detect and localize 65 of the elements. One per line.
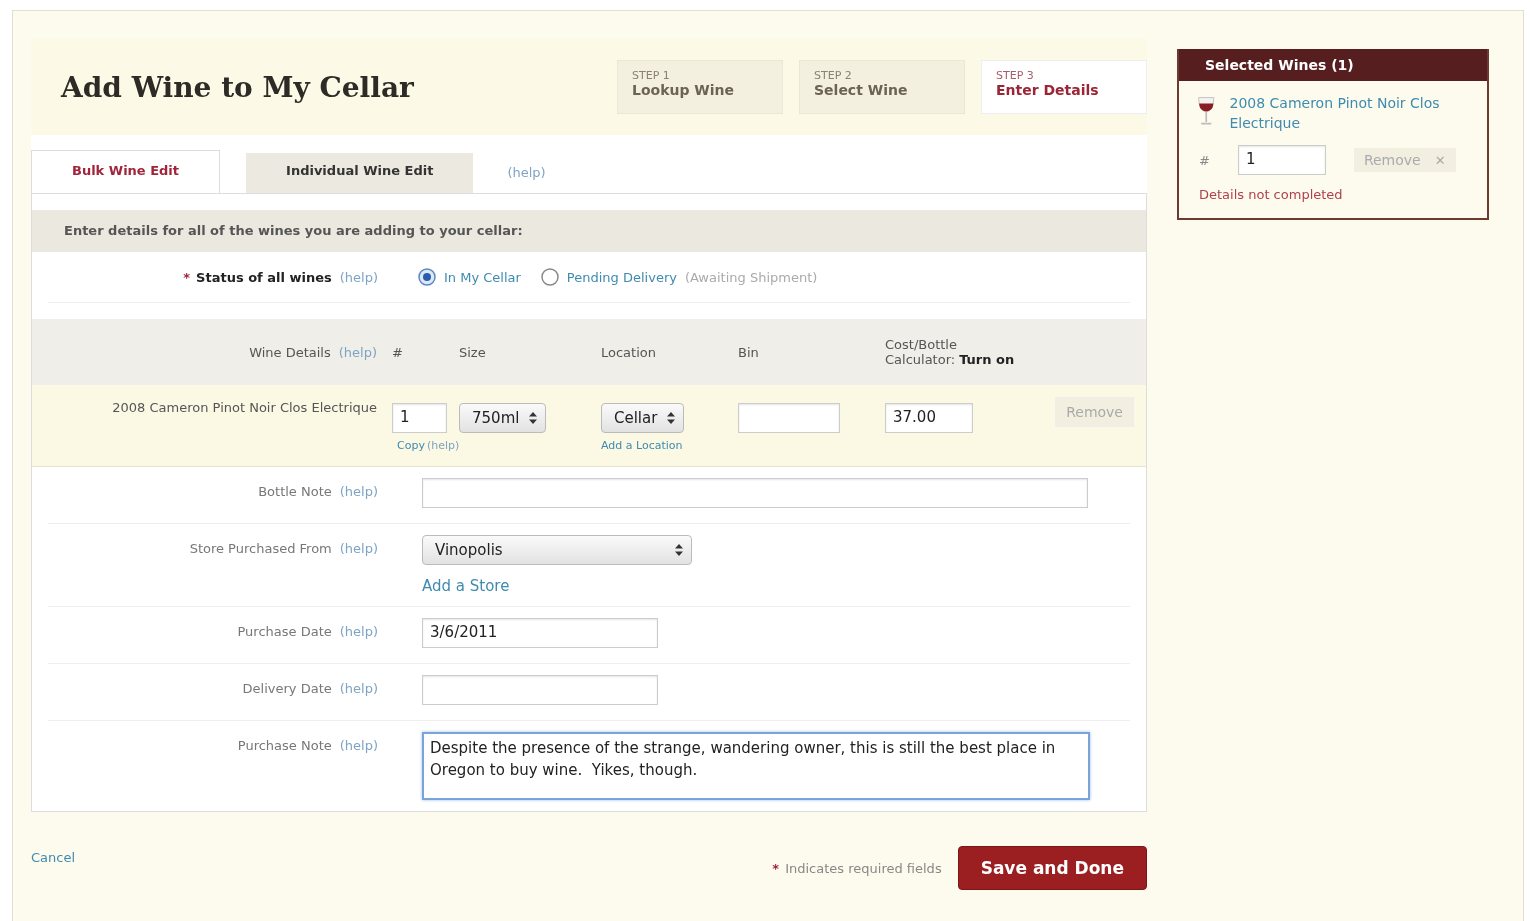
quantity-field[interactable]: 1 xyxy=(1237,145,1326,175)
close-icon[interactable]: ✕ xyxy=(1434,152,1446,168)
date-field[interactable]: 3/6/2011 xyxy=(422,618,658,648)
copy-link[interactable]: Copy xyxy=(397,439,425,452)
field-label: Delivery Date xyxy=(242,681,332,696)
column-header: Wine Details xyxy=(249,344,331,360)
page-title: Add Wine to My Cellar xyxy=(61,70,414,104)
panel-title: Selected Wines (1) xyxy=(1179,49,1487,81)
wine-name: 2008 Cameron Pinot Noir Clos Electrique xyxy=(111,399,378,417)
step-indicator: STEP 2 Select Wine xyxy=(799,60,965,114)
wine-link[interactable]: 2008 Cameron Pinot Noir Clos Electrique xyxy=(1229,93,1469,133)
step-indicator: STEP 1 Lookup Wine xyxy=(617,60,783,114)
cost-field[interactable]: 37.00 xyxy=(885,403,973,433)
required-mark: * xyxy=(772,860,780,876)
help-link[interactable]: (help) xyxy=(338,344,377,360)
help-link[interactable]: (help) xyxy=(339,484,378,499)
radio-note: (Awaiting Shipment) xyxy=(684,269,818,285)
remove-button[interactable]: Remove xyxy=(1363,152,1421,168)
help-link[interactable]: (help) xyxy=(426,439,460,452)
section-heading: Enter details for all of the wines you are adding to your cellar: xyxy=(32,210,1146,252)
help-link[interactable]: (help) xyxy=(507,164,546,180)
column-header: Bin xyxy=(738,344,759,360)
quantity-label: # xyxy=(1199,152,1210,168)
field-label: Store Purchased From xyxy=(189,541,332,556)
status-message: Details not completed xyxy=(1198,186,1344,204)
cancel-link[interactable]: Cancel xyxy=(31,850,76,865)
column-header: Location xyxy=(601,344,656,360)
tab[interactable]: Bulk Wine Edit xyxy=(31,150,221,193)
select-arrows-icon xyxy=(667,412,676,424)
bottle-note-field[interactable] xyxy=(422,478,1088,508)
field-label: Purchase Date xyxy=(237,624,332,639)
quantity-field[interactable]: 1 xyxy=(392,403,447,433)
remove-button[interactable]: Remove xyxy=(1055,397,1134,427)
location-select[interactable]: Cellar xyxy=(601,403,685,433)
select-arrows-icon xyxy=(675,544,683,556)
tab[interactable]: Individual Wine Edit xyxy=(246,153,474,193)
add-store-link[interactable]: Add a Store xyxy=(422,577,1130,595)
calculator-label: Calculator: xyxy=(885,352,956,367)
size-select[interactable]: 750ml xyxy=(459,403,547,433)
bin-field[interactable] xyxy=(738,403,840,433)
radio-button[interactable] xyxy=(418,268,436,286)
help-link[interactable]: (help) xyxy=(339,738,378,753)
column-header: Cost/Bottle xyxy=(885,337,958,352)
required-mark: * xyxy=(183,269,191,285)
select-arrows-icon xyxy=(529,412,538,424)
required-note: Indicates required fields xyxy=(785,860,942,876)
store-select[interactable]: Vinopolis xyxy=(422,535,692,565)
help-link[interactable]: (help) xyxy=(339,681,378,696)
radio-label[interactable]: In My Cellar xyxy=(444,269,521,285)
date-field[interactable] xyxy=(422,675,658,705)
radio-label[interactable]: Pending Delivery xyxy=(566,269,677,285)
field-label: Bottle Note xyxy=(258,484,332,499)
column-header: # xyxy=(392,344,403,360)
help-link[interactable]: (help) xyxy=(339,269,378,285)
column-header: Size xyxy=(459,344,486,360)
help-link[interactable]: (help) xyxy=(339,541,378,556)
turn-on-link[interactable]: Turn on xyxy=(959,352,1015,367)
help-link[interactable]: (help) xyxy=(339,624,378,639)
radio-button[interactable] xyxy=(540,268,559,286)
save-button[interactable]: Save and Done xyxy=(957,846,1147,890)
purchase-note-field[interactable]: Despite the presence of the strange, wandering owner, this is still the best place in Oregon to buy wine. Yikes, though. xyxy=(422,732,1090,800)
field-label: Purchase Note xyxy=(237,738,332,753)
step-indicator: STEP 3 Enter Details xyxy=(981,60,1147,114)
field-label: Status of all wines xyxy=(196,269,332,285)
add-location-link[interactable]: Add a Location xyxy=(601,439,738,452)
